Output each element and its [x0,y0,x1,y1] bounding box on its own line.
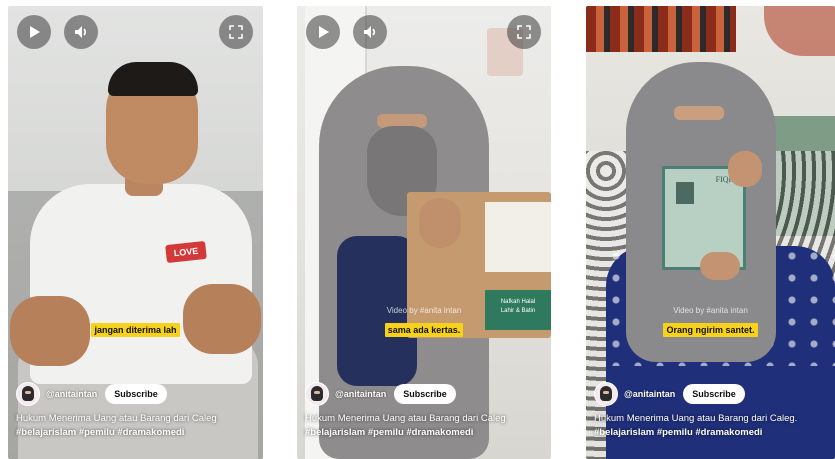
play-icon [319,26,329,38]
book-emblem [676,182,694,204]
avatar[interactable] [594,382,618,406]
flowers [764,6,835,56]
play-button[interactable] [17,15,51,49]
subscribe-button[interactable]: Subscribe [105,384,167,404]
subtitle-caption: jangan diterima lah [8,320,263,338]
subtitle-caption: sama ada kertas. [297,320,551,338]
caption-text: sama ada kertas. [384,323,464,337]
channel-row: @anitaintan Subscribe [16,382,167,406]
play-button[interactable] [306,15,340,49]
video-card-3[interactable]: FIQIH Video by #anita intan Orang ngirim… [586,6,835,459]
subscribe-button[interactable]: Subscribe [394,384,456,404]
video-watermark: Video by #anita intan [673,306,748,315]
video-card-1[interactable]: LOVE jangan diterima lah @anitaintan Sub… [8,6,263,459]
video-title[interactable]: Hukum Menerima Uang atau Barang dari Cal… [594,412,829,440]
title-text: Hukum Menerima Uang atau Barang dari Cal… [16,413,217,424]
volume-icon [75,26,87,38]
play-icon [30,26,40,38]
eyes [674,106,724,120]
channel-handle[interactable]: @anitaintan [624,389,675,399]
box-label [485,202,551,272]
title-text: Hukum Menerima Uang atau Barang dari Cal… [594,413,798,424]
hand [728,151,762,187]
hashtags[interactable]: #belajarislam #pemilu #dramakomedi [16,426,257,440]
title-text: Hukum Menerima Uang atau Barang dari Cal… [305,413,506,424]
hashtags[interactable]: #belajarislam #pemilu #dramakomedi [594,426,829,440]
subscribe-button[interactable]: Subscribe [683,384,745,404]
hand [419,198,461,248]
hand [700,252,740,280]
video-watermark: Video by #anita intan [386,306,462,315]
fullscreen-icon [517,25,531,39]
avatar[interactable] [305,382,329,406]
fullscreen-icon [229,25,243,39]
video-card-2[interactable]: Nafkah Halal Lahir & Batin Video by #ani… [297,6,551,459]
subtitle-caption: Orang ngirim santet. [586,320,835,338]
right-arm [183,284,261,354]
volume-icon [364,26,376,38]
video-title[interactable]: Hukum Menerima Uang atau Barang dari Cal… [305,412,545,440]
fullscreen-button[interactable] [219,15,253,49]
video-title[interactable]: Hukum Menerima Uang atau Barang dari Cal… [16,412,257,440]
channel-handle[interactable]: @anitaintan [335,389,386,399]
hashtags[interactable]: #belajarislam #pemilu #dramakomedi [305,426,545,440]
hair [108,62,198,96]
channel-row: @anitaintan Subscribe [594,382,745,406]
caption-text: jangan diterima lah [91,323,180,337]
volume-button[interactable] [353,15,387,49]
channel-row: @anitaintan Subscribe [305,382,456,406]
channel-handle[interactable]: @anitaintan [46,389,97,399]
caption-text: Orang ngirim santet. [663,323,758,337]
avatar[interactable] [16,382,40,406]
wall-hanging [586,6,736,52]
volume-button[interactable] [64,15,98,49]
fullscreen-button[interactable] [507,15,541,49]
